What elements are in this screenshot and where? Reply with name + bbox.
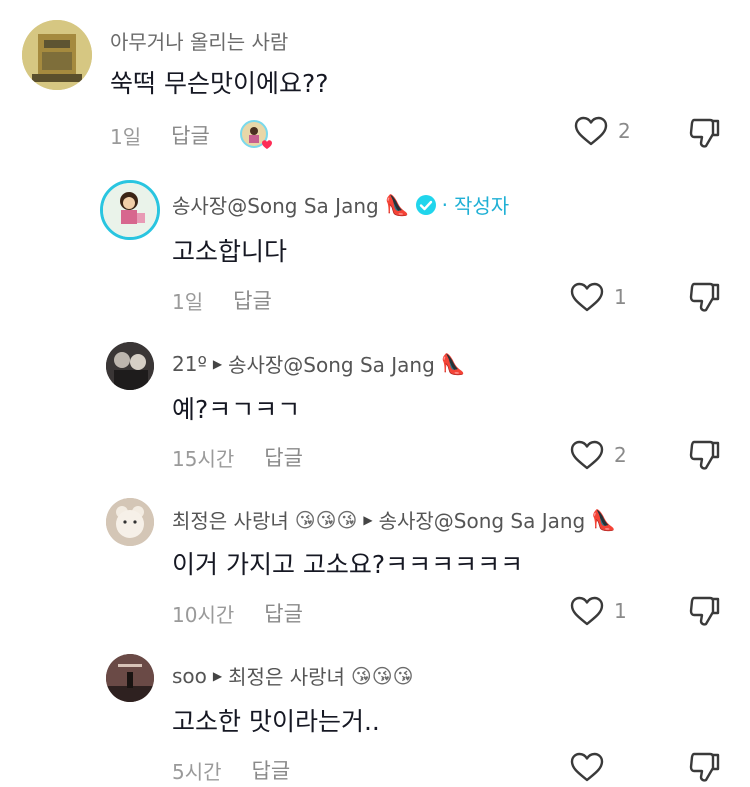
comment-author[interactable]: soo ▶ 최정은 사랑녀 😘😘😘 bbox=[172, 661, 413, 690]
comment-text: 이거 가지고 고소요?ㅋㅋㅋㅋㅋㅋ bbox=[172, 550, 524, 579]
dislike-button[interactable] bbox=[688, 438, 722, 472]
dislike-button[interactable] bbox=[688, 750, 722, 784]
comment-meta: 15시간 답글 bbox=[172, 442, 303, 472]
author-name[interactable]: 최정은 사랑녀 bbox=[172, 505, 289, 534]
comment-meta: 5시간 답글 bbox=[172, 755, 290, 785]
heart-outline-icon[interactable] bbox=[570, 282, 604, 312]
comment-time: 1일 bbox=[172, 289, 204, 314]
comment-time: 10시간 bbox=[172, 602, 235, 627]
high-heel-emoji: 👠 bbox=[384, 192, 410, 217]
comment-text: 고소합니다 bbox=[172, 237, 288, 266]
reply-button[interactable]: 답글 bbox=[171, 120, 210, 150]
author-name[interactable]: 21º bbox=[172, 352, 207, 376]
dislike-button[interactable] bbox=[688, 116, 722, 150]
like-count: 2 bbox=[614, 443, 627, 467]
reply-button[interactable]: 답글 bbox=[252, 755, 291, 785]
comment-text: 쑥떡 무슨맛이에요?? bbox=[110, 69, 329, 98]
kissing-face-emoji: 😘😘😘 bbox=[294, 507, 358, 532]
like-button[interactable]: 2 bbox=[574, 116, 631, 146]
comment-time: 15시간 bbox=[172, 446, 235, 471]
avatar[interactable] bbox=[106, 342, 154, 390]
comment-author[interactable]: 최정은 사랑녀 😘😘😘 ▶ 송사장@Song Sa Jang 👠 bbox=[172, 505, 616, 534]
comment-author[interactable]: 아무거나 올리는 사람 bbox=[110, 26, 288, 55]
comment-author[interactable]: 송사장@Song Sa Jang 👠 · 작성자 bbox=[172, 190, 509, 219]
heart-outline-icon[interactable] bbox=[570, 752, 604, 782]
comment-text: 예?ㅋㄱㅋㄱ bbox=[172, 395, 301, 424]
thumbs-down-outline-icon[interactable] bbox=[688, 280, 722, 314]
reply-triangle-icon: ▶ bbox=[212, 356, 223, 371]
heart-outline-icon[interactable] bbox=[570, 440, 604, 470]
like-button[interactable]: 1 bbox=[570, 596, 627, 626]
kissing-face-emoji: 😘😘😘 bbox=[350, 663, 414, 688]
creator-dot: · bbox=[441, 192, 448, 217]
like-button[interactable]: 2 bbox=[570, 440, 627, 470]
avatar[interactable] bbox=[22, 20, 92, 90]
reply-triangle-icon: ▶ bbox=[212, 668, 223, 683]
reply-to-name[interactable]: 송사장@Song Sa Jang bbox=[379, 505, 586, 534]
creator-label: 작성자 bbox=[453, 194, 510, 218]
reply-button[interactable]: 답글 bbox=[264, 442, 303, 472]
comment-time: 5시간 bbox=[172, 759, 222, 784]
thumbs-down-outline-icon[interactable] bbox=[688, 594, 722, 628]
comment-meta: 1일 답글 bbox=[172, 285, 272, 315]
avatar[interactable] bbox=[100, 180, 160, 240]
comment-author[interactable]: 21º ▶ 송사장@Song Sa Jang 👠 bbox=[172, 349, 466, 378]
heart-outline-icon[interactable] bbox=[574, 116, 608, 146]
avatar[interactable] bbox=[106, 654, 154, 702]
dislike-button[interactable] bbox=[688, 594, 722, 628]
author-name[interactable]: soo bbox=[172, 664, 207, 688]
high-heel-emoji: 👠 bbox=[440, 351, 466, 376]
comment-meta: 10시간 답글 bbox=[172, 598, 303, 628]
author-name[interactable]: 아무거나 올리는 사람 bbox=[110, 26, 288, 55]
like-button[interactable] bbox=[570, 752, 614, 782]
reply-to-name[interactable]: 송사장@Song Sa Jang bbox=[228, 349, 435, 378]
high-heel-emoji: 👠 bbox=[591, 507, 617, 532]
reply-button[interactable]: 답글 bbox=[264, 598, 303, 628]
creator-liked-badge bbox=[239, 120, 272, 150]
heart-outline-icon[interactable] bbox=[570, 596, 604, 626]
avatar[interactable] bbox=[106, 498, 154, 546]
verified-check-icon bbox=[415, 194, 436, 215]
like-count: 1 bbox=[614, 285, 627, 309]
reply-button[interactable]: 답글 bbox=[233, 285, 272, 315]
comment-meta: 1일 답글 bbox=[110, 120, 272, 150]
dislike-button[interactable] bbox=[688, 280, 722, 314]
like-count: 2 bbox=[618, 119, 631, 143]
thumbs-down-outline-icon[interactable] bbox=[688, 750, 722, 784]
like-button[interactable]: 1 bbox=[570, 282, 627, 312]
comment-text: 고소한 맛이라는거.. bbox=[172, 707, 380, 736]
like-count: 1 bbox=[614, 599, 627, 623]
comment-time: 1일 bbox=[110, 124, 142, 149]
reply-triangle-icon: ▶ bbox=[363, 512, 373, 527]
thumbs-down-outline-icon[interactable] bbox=[688, 438, 722, 472]
author-name[interactable]: 송사장@Song Sa Jang bbox=[172, 190, 379, 219]
thumbs-down-outline-icon[interactable] bbox=[688, 116, 722, 150]
reply-to-name[interactable]: 최정은 사랑녀 bbox=[228, 661, 345, 690]
